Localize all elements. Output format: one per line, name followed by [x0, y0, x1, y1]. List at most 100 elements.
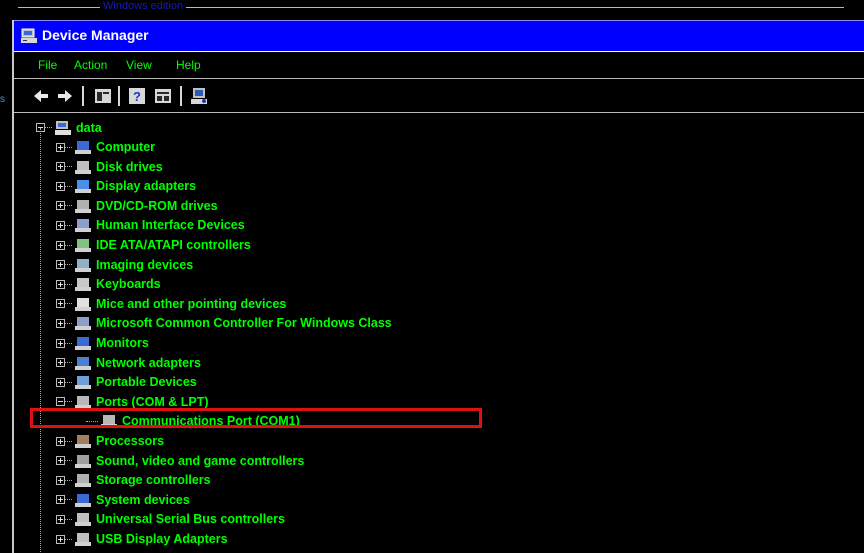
tree-category[interactable]: Disk drives	[56, 157, 163, 176]
tree-category[interactable]: Display adapters	[56, 177, 196, 196]
tree-category-label: DVD/CD-ROM drives	[96, 198, 218, 213]
tree-category-label: Microsoft Common Controller For Windows …	[96, 316, 392, 331]
usb-display-icon	[75, 533, 91, 546]
tree-category-label: Network adapters	[96, 355, 201, 370]
tree-category-label: Monitors	[96, 336, 149, 350]
tree-connector	[65, 303, 72, 305]
expand-icon[interactable]	[56, 162, 65, 172]
device-manager-app-icon	[21, 28, 37, 43]
menu-view[interactable]: View	[126, 58, 152, 72]
tree-connector	[65, 224, 72, 226]
expand-icon[interactable]	[56, 534, 65, 544]
tree-connector	[65, 146, 72, 148]
tree-category[interactable]: Imaging devices	[56, 255, 193, 274]
tree-category-label: IDE ATA/ATAPI controllers	[96, 238, 251, 252]
tree-category-label: Human Interface Devices	[96, 218, 245, 233]
tree-connector	[65, 362, 72, 364]
show-hidden-icon[interactable]	[154, 87, 172, 105]
expand-icon[interactable]	[56, 279, 65, 289]
tree-connector	[65, 244, 72, 246]
tree-category[interactable]: Portable Devices	[56, 373, 197, 392]
network-adapter-icon	[75, 356, 91, 370]
mouse-icon	[75, 297, 91, 311]
processor-icon	[75, 435, 91, 448]
device-manager-window: Device Manager File Action View Help ? d…	[12, 20, 864, 553]
tree-connector	[65, 322, 72, 324]
forward-icon[interactable]	[56, 87, 74, 105]
menu-help[interactable]: Help	[176, 58, 201, 72]
collapse-icon[interactable]	[56, 397, 65, 407]
tree-connector	[65, 381, 72, 383]
expand-icon[interactable]	[56, 495, 65, 505]
tree-category-label: USB Display Adapters	[96, 532, 228, 546]
tree-connector	[65, 460, 72, 462]
tree-category[interactable]: Network adapters	[56, 353, 201, 372]
ide-controller-icon	[75, 239, 91, 252]
tree-category[interactable]: IDE ATA/ATAPI controllers	[56, 236, 251, 255]
tree-connector	[65, 185, 72, 187]
tree-category[interactable]: Monitors	[56, 334, 149, 353]
expand-icon[interactable]	[56, 181, 65, 191]
properties-icon[interactable]	[94, 87, 112, 105]
tree-category[interactable]: Microsoft Common Controller For Windows …	[56, 314, 392, 333]
tree-root-label: data	[76, 120, 102, 135]
toolbar: ?	[14, 80, 864, 113]
expand-icon[interactable]	[56, 299, 65, 309]
hid-icon	[75, 219, 91, 233]
tree-category-label: Universal Serial Bus controllers	[96, 512, 285, 527]
tree-category[interactable]: DVD/CD-ROM drives	[56, 196, 218, 215]
monitor-icon	[75, 337, 91, 350]
menu-bar: File Action View Help	[14, 52, 864, 79]
tree-connector	[65, 205, 72, 207]
storage-controller-icon	[75, 474, 91, 488]
tree-category-label: Storage controllers	[96, 473, 211, 488]
left-edge-text: s	[0, 94, 5, 105]
tree-category[interactable]: Computer	[56, 138, 155, 157]
expand-icon[interactable]	[56, 456, 65, 466]
tree-category-label: Sound, video and game controllers	[96, 453, 305, 468]
tree-category[interactable]: Keyboards	[56, 275, 161, 294]
tree-root[interactable]: data	[36, 118, 102, 137]
menu-file[interactable]: File	[38, 58, 57, 72]
tree-connector	[45, 127, 52, 128]
expand-icon[interactable]	[56, 260, 65, 270]
disk-drive-icon	[75, 160, 91, 174]
expand-icon[interactable]	[56, 142, 65, 152]
tree-connector	[65, 283, 72, 285]
expand-icon[interactable]	[56, 338, 65, 348]
highlight-annotation	[30, 408, 482, 428]
tree-category[interactable]: Human Interface Devices	[56, 216, 245, 235]
menu-action[interactable]: Action	[74, 58, 107, 72]
expand-icon[interactable]	[56, 475, 65, 485]
tree-category[interactable]: Mice and other pointing devices	[56, 294, 286, 313]
help-icon[interactable]: ?	[128, 87, 146, 105]
display-adapter-icon	[75, 180, 91, 194]
computer-icon	[75, 141, 91, 154]
expand-icon[interactable]	[56, 201, 65, 211]
expand-icon[interactable]	[56, 436, 65, 446]
expand-icon[interactable]	[56, 318, 65, 328]
back-icon[interactable]	[32, 87, 50, 105]
caption-text: Windows edition	[100, 0, 187, 13]
tree-connector	[65, 264, 72, 266]
scan-hardware-icon[interactable]	[190, 87, 208, 105]
expand-icon[interactable]	[56, 377, 65, 387]
toolbar-separator	[118, 86, 120, 106]
tree-category[interactable]: Storage controllers	[56, 471, 211, 490]
expand-icon[interactable]	[56, 240, 65, 250]
svg-text:?: ?	[133, 89, 141, 104]
keyboard-icon	[75, 278, 91, 292]
tree-category[interactable]: USB Display Adapters	[56, 530, 228, 549]
expand-icon[interactable]	[56, 358, 65, 368]
controller-icon	[75, 317, 91, 331]
tree-category[interactable]: Sound, video and game controllers	[56, 451, 304, 470]
tree-category-label: Computer	[96, 140, 156, 154]
computer-root-icon	[55, 120, 71, 135]
expand-icon[interactable]	[56, 220, 65, 230]
expand-icon[interactable]	[56, 514, 65, 524]
toolbar-separator	[82, 86, 84, 106]
title-bar[interactable]: Device Manager	[14, 20, 864, 52]
tree-category[interactable]: System devices	[56, 490, 190, 509]
tree-category[interactable]: Universal Serial Bus controllers	[56, 510, 285, 529]
tree-category[interactable]: Processors	[56, 432, 164, 451]
